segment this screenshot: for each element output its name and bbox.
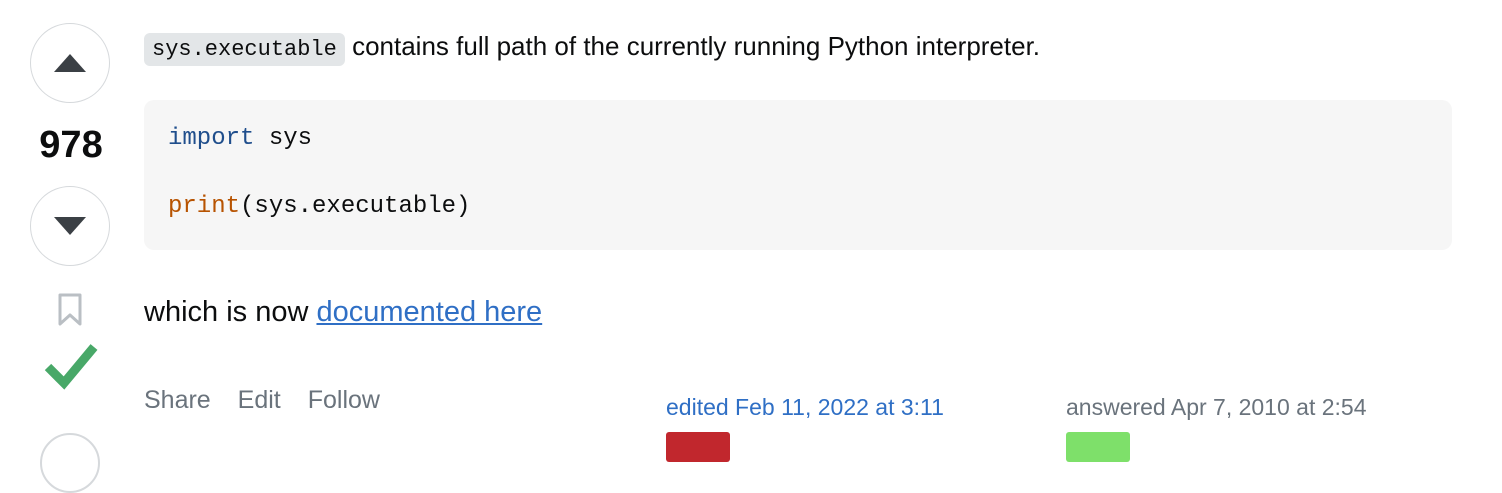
- answer-text-2: which is now: [144, 296, 317, 328]
- code-text: (sys.executable): [240, 193, 471, 220]
- bookmark-icon[interactable]: [57, 293, 83, 327]
- vote-count: 978: [39, 124, 103, 166]
- answer-paragraph-1: sys.executable contains full path of the…: [144, 26, 1040, 70]
- answered-timestamp: answered Apr 7, 2010 at 2:54: [1066, 394, 1367, 420]
- documented-here-link[interactable]: documented here: [316, 296, 542, 328]
- edit-link[interactable]: Edit: [238, 386, 281, 414]
- follow-link[interactable]: Follow: [308, 386, 380, 414]
- triangle-up-icon: [54, 54, 86, 72]
- downvote-button[interactable]: [30, 186, 110, 266]
- code-function: print: [168, 193, 241, 220]
- answer-text-1: contains full path of the currently runn…: [344, 31, 1041, 61]
- code-line-3: print(sys.executable): [168, 190, 1428, 224]
- code-line-1: import sys: [168, 122, 1428, 156]
- checkmark-icon: [44, 344, 98, 390]
- code-block: import sys print(sys.executable): [144, 100, 1452, 250]
- answer-paragraph-2: which is now documented here: [144, 292, 542, 332]
- triangle-down-icon: [54, 217, 86, 235]
- upvote-button[interactable]: [30, 23, 110, 103]
- inline-code: sys.executable: [144, 33, 345, 66]
- edited-timestamp[interactable]: edited Feb 11, 2022 at 3:11: [666, 394, 944, 421]
- post-menu: Share Edit Follow: [144, 386, 400, 415]
- history-icon[interactable]: [40, 433, 100, 493]
- share-link[interactable]: Share: [144, 386, 211, 414]
- code-text: sys: [254, 125, 313, 152]
- author-avatar[interactable]: [1066, 432, 1130, 462]
- code-keyword: import: [168, 125, 255, 152]
- editor-avatar[interactable]: [666, 432, 730, 462]
